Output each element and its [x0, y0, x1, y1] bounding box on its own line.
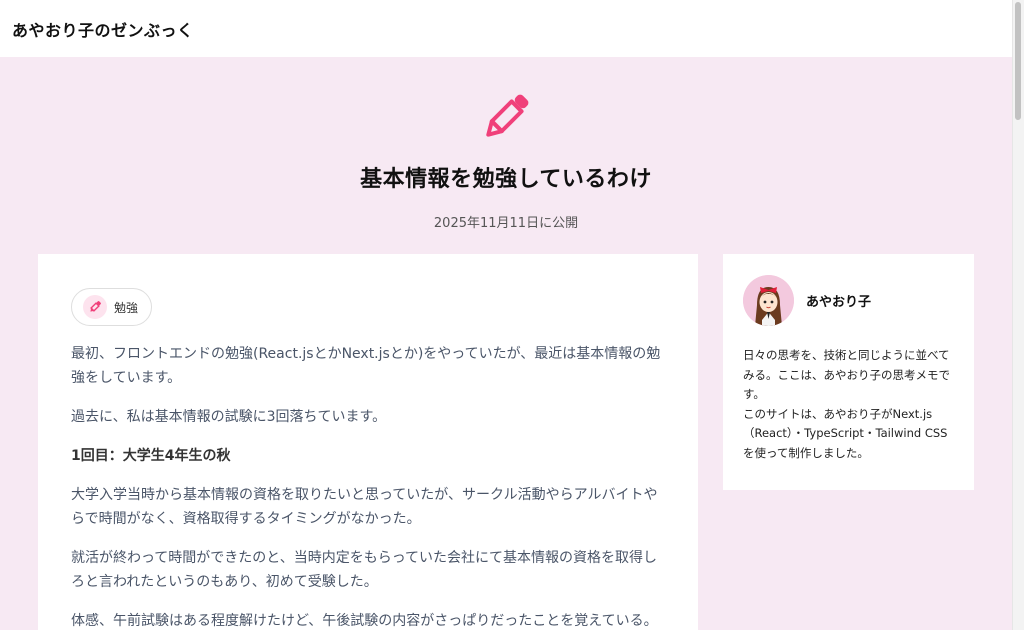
tag-label: 勉強 — [114, 300, 139, 315]
profile-header: あやおり子 — [743, 275, 954, 326]
pencil-icon — [486, 94, 529, 137]
paragraph: 最初、フロントエンドの勉強(React.jsとかNext.jsとか)をやっていた… — [71, 346, 661, 386]
site-header: あやおり子のゼンぶっく — [0, 0, 1012, 57]
paragraph: 就活が終わって時間ができたのと、当時内定をもらっていた会社にて基本情報の資格を取… — [71, 550, 658, 590]
section-heading: 1回目：大学生4年生の秋 — [71, 448, 231, 464]
profile-bio: 日々の思考を、技術と同じように並べてみる。ここは、あやおり子の思考メモです。 こ… — [743, 346, 954, 463]
post-date: 2025年11月11日に公開 — [433, 216, 579, 231]
profile-card: あやおり子 日々の思考を、技術と同じように並べてみる。ここは、あやおり子の思考メ… — [723, 254, 974, 490]
paragraph: 体感、午前試験はある程度解けたけど、午後試験の内容がさっぱりだったことを覚えてい… — [71, 613, 658, 629]
scrollbar-thumb[interactable] — [1015, 2, 1021, 120]
post-title: 基本情報を勉強しているわけ — [360, 167, 652, 192]
paragraph: 大学入学当時から基本情報の資格を取りたいと思っていたが、サークル活動やらアルバイ… — [71, 487, 658, 527]
article-body: 最初、フロントエンドの勉強(React.jsとかNext.jsとか)をやっていた… — [71, 342, 665, 630]
tag-link-study[interactable]: 勉強 — [71, 288, 153, 326]
site-title-link[interactable]: あやおり子のゼンぶっく — [12, 17, 194, 41]
avatar — [743, 275, 794, 326]
profile-name: あやおり子 — [806, 295, 872, 310]
post-hero: 基本情報を勉強しているわけ 2025年11月11日に公開 — [0, 57, 1012, 254]
scrollbar[interactable] — [1012, 0, 1024, 630]
pencil-icon — [83, 295, 107, 319]
article-card: 勉強 最初、フロントエンドの勉強(React.jsとかNext.jsとか)をやっ… — [38, 254, 698, 630]
bio-line: このサイトは、あやおり子がNext.js（React）・TypeScript・T… — [743, 406, 948, 460]
bio-line: 日々の思考を、技術と同じように並べてみる。ここは、あやおり子の思考メモです。 — [743, 348, 950, 401]
paragraph: 過去に、私は基本情報の試験に3回落ちています。 — [71, 409, 387, 425]
